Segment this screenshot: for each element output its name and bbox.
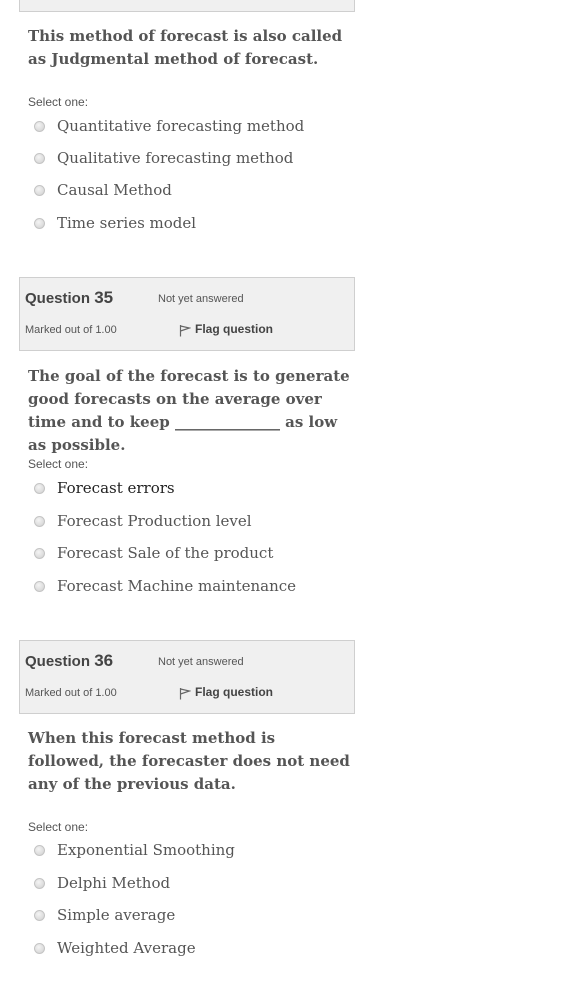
flag-question-button[interactable]: Flag question (179, 685, 273, 700)
flag-question-label: Flag question (195, 322, 273, 336)
radio-button[interactable] (34, 483, 45, 494)
option-label: Causal Method (57, 181, 172, 199)
question-34-text: This method of forecast is also called a… (28, 27, 343, 68)
question-36-info-box: Question 36 Not yet answered Marked out … (19, 640, 355, 714)
question-word: Question (25, 290, 91, 307)
select-one-label: Select one: (28, 457, 89, 471)
select-one-label: Select one: (28, 820, 89, 834)
question-title: Question 35 (25, 288, 113, 308)
radio-button[interactable] (34, 121, 45, 132)
radio-button[interactable] (34, 153, 45, 164)
flag-icon[interactable] (179, 0, 191, 5)
question-title: Question 36 (25, 651, 113, 671)
option-label: Exponential Smoothing (57, 841, 235, 859)
question-35-text: The goal of the forecast is to generate … (28, 367, 350, 454)
question-number: 35 (94, 288, 114, 307)
question-34-info-box (19, 0, 355, 12)
question-marks: Marked out of 1.00 (25, 324, 117, 336)
flag-icon (179, 688, 192, 700)
radio-button[interactable] (34, 218, 45, 229)
option-label: Quantitative forecasting method (57, 117, 305, 135)
question-state: Not yet answered (158, 656, 244, 668)
radio-button[interactable] (34, 185, 45, 196)
flag-question-button[interactable]: Flag question (179, 322, 273, 337)
flag-question-label: Flag question (195, 685, 273, 699)
question-marks: Marked out of 1.00 (25, 687, 117, 699)
radio-button[interactable] (34, 878, 45, 889)
radio-button[interactable] (34, 845, 45, 856)
select-one-label: Select one: (28, 95, 89, 109)
option-label: Time series model (57, 214, 197, 232)
question-state: Not yet answered (158, 293, 244, 305)
radio-button[interactable] (34, 910, 45, 921)
flag-icon (179, 325, 192, 337)
radio-button[interactable] (34, 516, 45, 527)
option-label: Forecast Machine maintenance (57, 577, 297, 595)
question-word: Question (25, 653, 91, 670)
option-label: Qualitative forecasting method (57, 149, 294, 167)
question-35-info-box: Question 35 Not yet answered Marked out … (19, 277, 355, 351)
radio-button[interactable] (34, 548, 45, 559)
option-label: Simple average (57, 906, 176, 924)
radio-button[interactable] (34, 943, 45, 954)
radio-button[interactable] (34, 581, 45, 592)
option-label: Forecast Production level (57, 512, 252, 530)
option-label: Forecast Sale of the product (57, 544, 274, 562)
option-label: Delphi Method (57, 874, 171, 892)
option-label: Forecast errors (57, 479, 175, 497)
question-36-text: When this forecast method is followed, t… (28, 729, 350, 793)
question-number: 36 (94, 651, 114, 670)
option-label: Weighted Average (57, 939, 196, 957)
